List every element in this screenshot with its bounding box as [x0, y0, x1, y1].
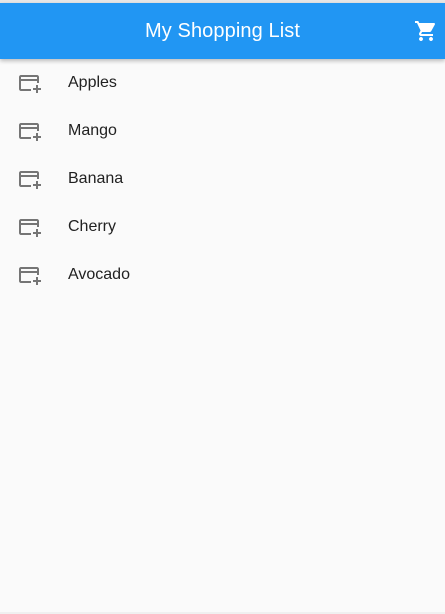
shopping-list: Apples Mango Banana Cherry Avocado — [0, 59, 445, 299]
list-item[interactable]: Mango — [0, 107, 445, 155]
cart-button[interactable] — [407, 3, 445, 59]
page-title: My Shopping List — [144, 20, 301, 42]
add-card-icon — [17, 215, 41, 239]
list-item[interactable]: Apples — [0, 59, 445, 107]
list-item[interactable]: Banana — [0, 155, 445, 203]
app-bar: My Shopping List — [0, 3, 445, 59]
list-item[interactable]: Avocado — [0, 251, 445, 299]
add-card-icon — [17, 71, 41, 95]
list-item-label: Cherry — [68, 218, 117, 235]
add-card-icon — [17, 167, 41, 191]
list-item[interactable]: Cherry — [0, 203, 445, 251]
add-card-icon — [17, 119, 41, 143]
list-item-label: Avocado — [68, 266, 130, 283]
add-card-icon — [17, 263, 41, 287]
list-item-label: Banana — [68, 170, 124, 187]
list-item-label: Mango — [68, 122, 117, 139]
list-item-label: Apples — [68, 74, 117, 91]
shopping-cart-icon — [415, 21, 436, 41]
